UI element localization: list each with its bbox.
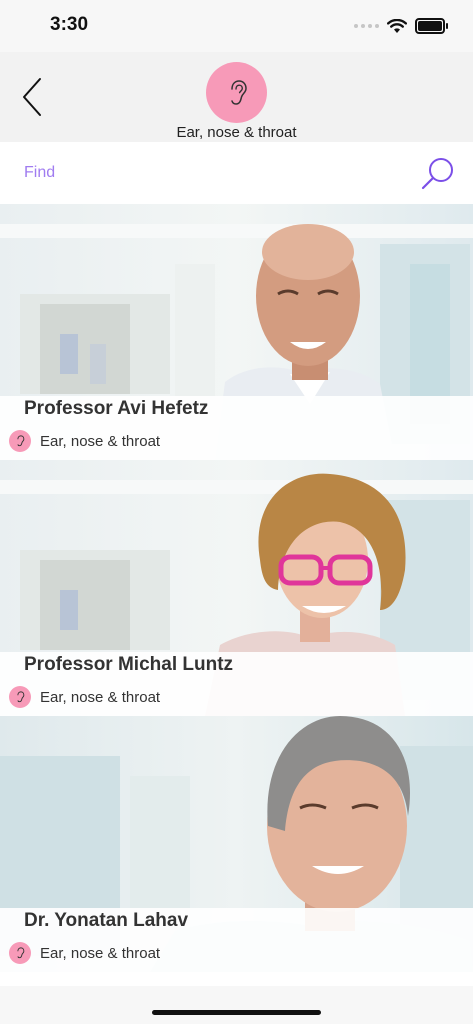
category-badge	[206, 62, 267, 123]
specialty-label: Ear, nose & throat	[40, 432, 161, 450]
ear-icon	[9, 942, 31, 964]
search-button[interactable]	[419, 156, 457, 192]
doctor-name: Professor Avi Hefetz	[24, 398, 209, 419]
home-indicator[interactable]	[152, 1010, 321, 1015]
doctor-name: Professor Michal Luntz	[24, 654, 234, 675]
home-indicator-area	[0, 986, 473, 1024]
doctor-card[interactable]: Dr. Yonatan Lahav Ear, nose & throat	[0, 716, 473, 972]
specialty-label: Ear, nose & throat	[40, 944, 161, 962]
search-bar	[0, 142, 473, 204]
header: Ear, nose & throat	[0, 52, 473, 142]
doctor-card[interactable]: Professor Avi Hefetz Ear, nose & throat	[0, 204, 473, 460]
wifi-icon	[387, 18, 407, 33]
doctor-info: Dr. Yonatan Lahav Ear, nose & throat	[0, 908, 473, 972]
specialty-row: Ear, nose & throat	[9, 430, 160, 452]
battery-icon	[415, 18, 448, 34]
status-time: 3:30	[50, 14, 89, 35]
doctor-info: Professor Michal Luntz Ear, nose & throa…	[0, 652, 473, 716]
cellular-signal-icon	[354, 24, 379, 28]
back-button[interactable]	[18, 74, 54, 120]
search-input[interactable]	[22, 160, 406, 186]
ear-icon	[9, 430, 31, 452]
search-icon	[421, 158, 453, 190]
status-icons	[354, 18, 448, 34]
doctor-card[interactable]: Professor Michal Luntz Ear, nose & throa…	[0, 460, 473, 716]
chevron-left-icon	[23, 78, 41, 116]
ear-icon	[9, 686, 31, 708]
doctor-info: Professor Avi Hefetz Ear, nose & throat	[0, 396, 473, 460]
category-title: Ear, nose & throat	[176, 124, 297, 141]
specialty-row: Ear, nose & throat	[9, 686, 160, 708]
ear-icon	[230, 79, 247, 105]
specialty-label: Ear, nose & throat	[40, 688, 161, 706]
doctor-name: Dr. Yonatan Lahav	[24, 910, 189, 931]
doctor-list: Professor Avi Hefetz Ear, nose & throat	[0, 204, 473, 986]
specialty-row: Ear, nose & throat	[9, 942, 160, 964]
status-bar: 3:30	[0, 0, 473, 52]
